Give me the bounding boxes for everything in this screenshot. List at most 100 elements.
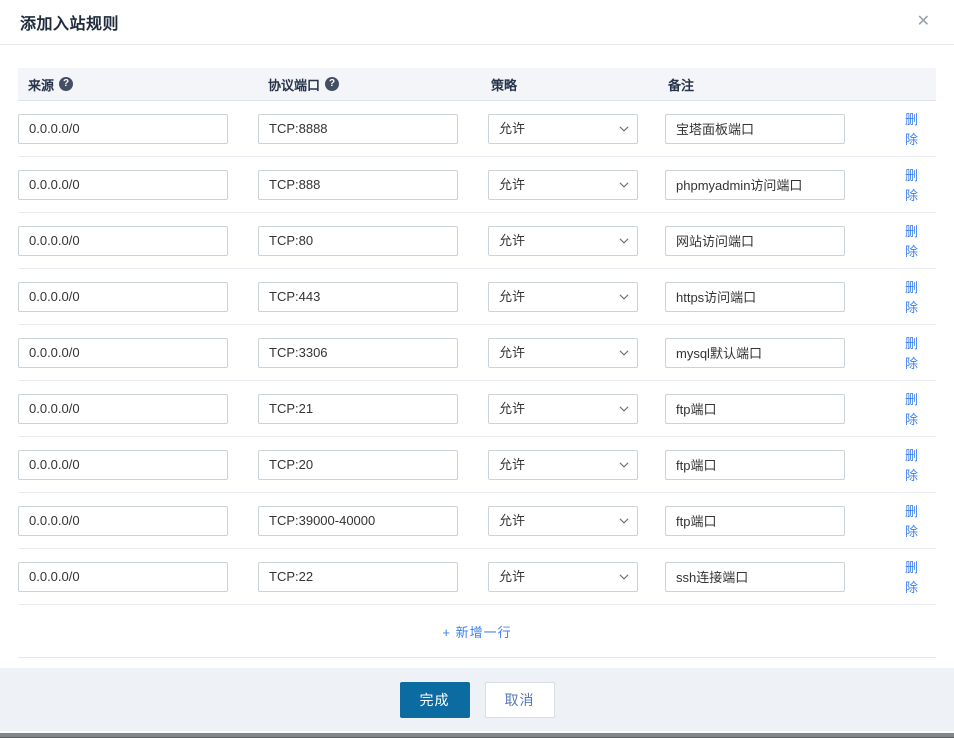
policy-select[interactable]: 允许 [488, 169, 638, 200]
protocol-port-input[interactable] [258, 225, 458, 256]
action-cell: 删除 [895, 445, 936, 485]
policy-select[interactable]: 允许 [488, 225, 638, 256]
window-bottom-edge [0, 733, 954, 738]
delete-link[interactable]: 删除 [905, 112, 918, 147]
protocol-cell [258, 505, 488, 536]
protocol-port-input[interactable] [258, 337, 458, 368]
remark-input[interactable] [665, 113, 845, 144]
source-input[interactable] [18, 225, 228, 256]
policy-select[interactable]: 允许 [488, 393, 638, 424]
column-header-source-label: 来源 [28, 77, 55, 93]
cancel-button[interactable]: 取消 [484, 681, 555, 718]
rule-row: 允许 删除 [18, 493, 936, 549]
close-icon[interactable]: ✕ [913, 10, 934, 34]
policy-select[interactable]: 允许 [488, 113, 638, 144]
protocol-port-input[interactable] [258, 169, 458, 200]
action-cell: 删除 [895, 165, 936, 205]
column-header-source: 来源 ? [18, 75, 258, 94]
source-cell [18, 281, 258, 312]
policy-cell: 允许 [488, 449, 665, 480]
rule-row: 允许 删除 [18, 437, 936, 493]
policy-select[interactable]: 允许 [488, 281, 638, 312]
add-row-link[interactable]: + 新增一行 [442, 622, 511, 641]
source-input[interactable] [18, 449, 228, 480]
protocol-cell [258, 561, 488, 592]
remark-input[interactable] [665, 449, 845, 480]
protocol-port-input[interactable] [258, 281, 458, 312]
remark-cell [665, 337, 895, 368]
remark-cell [665, 225, 895, 256]
help-icon[interactable]: ? [325, 77, 340, 91]
delete-link[interactable]: 删除 [905, 448, 918, 483]
delete-link[interactable]: 删除 [905, 504, 918, 539]
rule-row: 允许 删除 [18, 213, 936, 269]
protocol-port-input[interactable] [258, 113, 458, 144]
policy-cell: 允许 [488, 225, 665, 256]
action-cell: 删除 [895, 557, 936, 597]
delete-link[interactable]: 删除 [905, 336, 918, 371]
rule-row: 允许 删除 [18, 157, 936, 213]
delete-link[interactable]: 删除 [905, 560, 918, 595]
action-cell: 删除 [895, 277, 936, 317]
column-header-remark-label: 备注 [668, 77, 695, 93]
source-input[interactable] [18, 169, 228, 200]
source-input[interactable] [18, 281, 228, 312]
source-input[interactable] [18, 113, 228, 144]
help-icon[interactable]: ? [59, 77, 74, 91]
delete-link[interactable]: 删除 [905, 392, 918, 427]
add-row-section: + 新增一行 [18, 605, 936, 658]
remark-input[interactable] [665, 561, 845, 592]
policy-cell: 允许 [488, 169, 665, 200]
source-cell [18, 225, 258, 256]
remark-input[interactable] [665, 505, 845, 536]
remark-input[interactable] [665, 281, 845, 312]
policy-cell: 允许 [488, 337, 665, 368]
confirm-button[interactable]: 完成 [399, 681, 470, 718]
remark-input[interactable] [665, 169, 845, 200]
remark-cell [665, 449, 895, 480]
protocol-cell [258, 113, 488, 144]
protocol-port-input[interactable] [258, 561, 458, 592]
rule-row: 允许 删除 [18, 101, 936, 157]
column-header-policy-label: 策略 [491, 77, 518, 93]
action-cell: 删除 [895, 501, 936, 541]
source-cell [18, 393, 258, 424]
source-cell [18, 505, 258, 536]
remark-cell [665, 561, 895, 592]
protocol-cell [258, 225, 488, 256]
delete-link[interactable]: 删除 [905, 280, 918, 315]
policy-select[interactable]: 允许 [488, 561, 638, 592]
source-cell [18, 113, 258, 144]
source-input[interactable] [18, 505, 228, 536]
remark-input[interactable] [665, 393, 845, 424]
source-cell [18, 169, 258, 200]
remark-input[interactable] [665, 225, 845, 256]
source-input[interactable] [18, 561, 228, 592]
column-header-protocol-label: 协议端口 [268, 77, 321, 93]
policy-select[interactable]: 允许 [488, 337, 638, 368]
protocol-cell [258, 169, 488, 200]
delete-link[interactable]: 删除 [905, 224, 918, 259]
action-cell: 删除 [895, 333, 936, 373]
policy-cell: 允许 [488, 113, 665, 144]
source-input[interactable] [18, 337, 228, 368]
protocol-port-input[interactable] [258, 393, 458, 424]
source-cell [18, 561, 258, 592]
protocol-port-input[interactable] [258, 449, 458, 480]
policy-select[interactable]: 允许 [488, 449, 638, 480]
policy-select[interactable]: 允许 [488, 505, 638, 536]
policy-cell: 允许 [488, 561, 665, 592]
source-cell [18, 449, 258, 480]
remark-cell [665, 113, 895, 144]
delete-link[interactable]: 删除 [905, 168, 918, 203]
protocol-cell [258, 281, 488, 312]
add-inbound-rule-dialog: 添加入站规则 ✕ 来源 ? 协议端口 ? 策略 备注 0.0.0.0/0 TCP… [0, 0, 954, 738]
remark-input[interactable] [665, 337, 845, 368]
protocol-port-input[interactable] [258, 505, 458, 536]
remark-cell [665, 505, 895, 536]
dialog-header: 添加入站规则 ✕ [0, 0, 954, 45]
policy-cell: 允许 [488, 281, 665, 312]
remark-cell [665, 281, 895, 312]
source-input[interactable] [18, 393, 228, 424]
rule-row: 允许 删除 [18, 325, 936, 381]
